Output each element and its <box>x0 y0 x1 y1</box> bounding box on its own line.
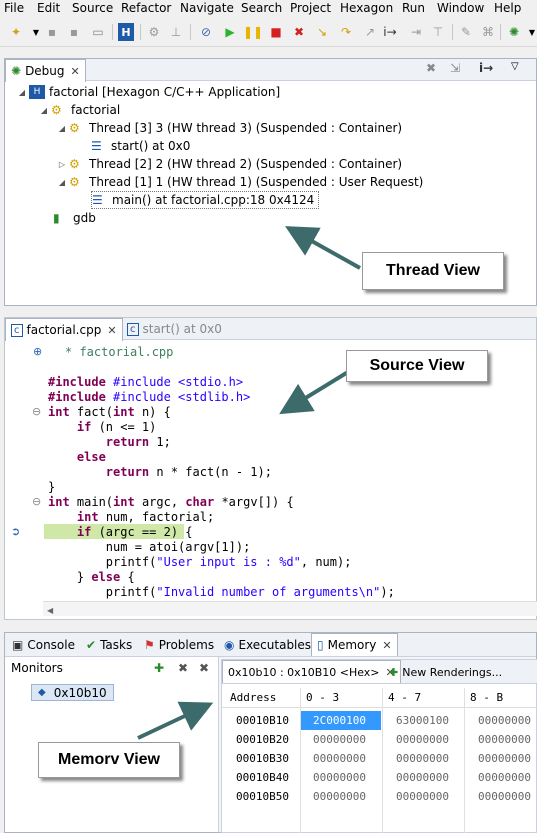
source-arrow <box>279 370 350 415</box>
thread-arrow <box>285 226 361 270</box>
memory-view-callout: Memorv View <box>38 742 180 778</box>
annotation-arrows <box>137 226 361 740</box>
memory-arrow <box>137 701 214 740</box>
thread-view-callout: Thread View <box>362 252 504 290</box>
source-view-callout: Source View <box>346 350 488 382</box>
